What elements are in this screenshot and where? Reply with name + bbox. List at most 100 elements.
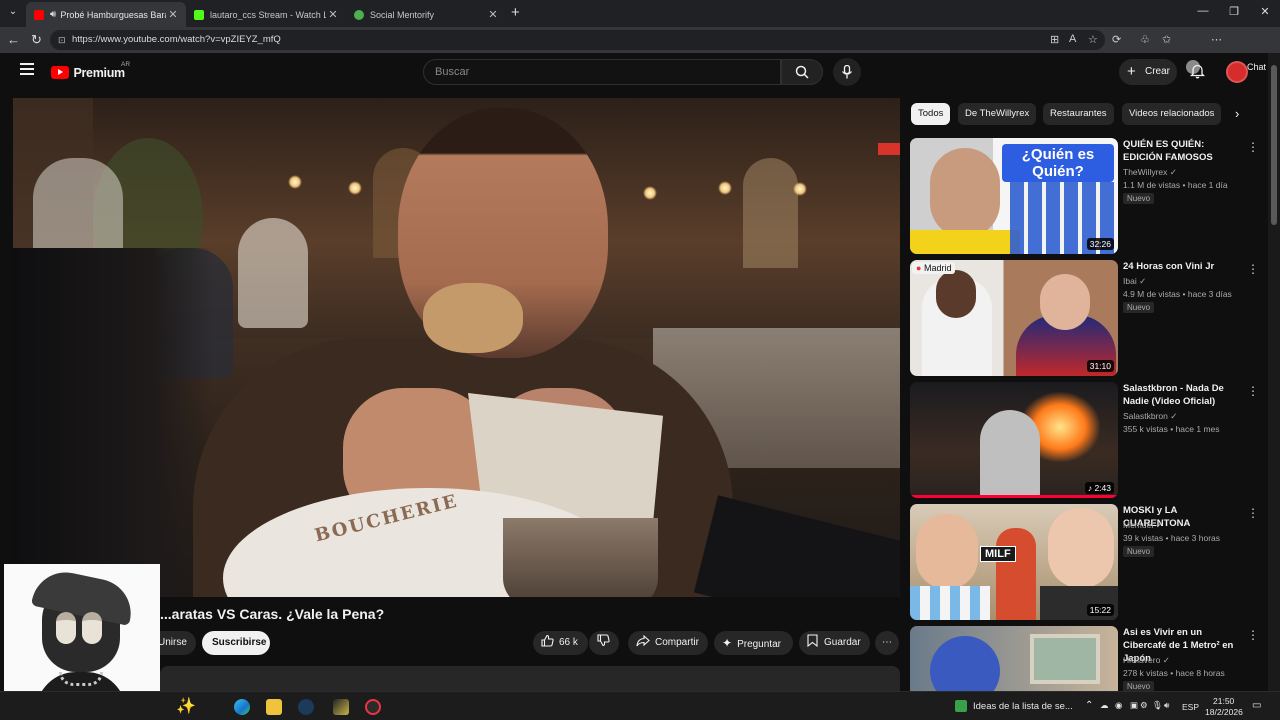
account-avatar[interactable] [1226, 61, 1248, 83]
search-button[interactable] [781, 59, 823, 85]
channel-name[interactable]: TheWillyrex ✓ [1123, 167, 1177, 178]
video-thumbnail[interactable]: ♪ 2:43 [910, 382, 1118, 498]
restore-button[interactable]: ❐ [1219, 5, 1249, 18]
mic-tray-icon[interactable]: 🎙︎ [1152, 700, 1163, 711]
back-icon[interactable]: ← [7, 32, 20, 47]
ask-button[interactable]: ✦ Preguntar [714, 631, 793, 655]
site-info-icon[interactable]: ⊡ [58, 30, 66, 50]
url-input[interactable]: ⊡ https://www.youtube.com/watch?v=vpZIEY… [50, 30, 1105, 50]
more-vert-icon[interactable]: ⋮ [1247, 384, 1259, 398]
video-thumbnail[interactable]: MILF 15:22 [910, 504, 1118, 620]
wall-lamp [643, 186, 657, 200]
page-scrollbar[interactable] [1268, 53, 1280, 691]
tray-app-icon[interactable]: ⚙ [1140, 700, 1148, 711]
chip-de-thewillyrex[interactable]: De TheWillyrex [958, 103, 1037, 125]
channel-name[interactable]: HiClavero ✓ [1123, 655, 1170, 666]
recommendation-item[interactable]: ● Madrid 31:10 24 Horas con Vini Jr Ibai… [910, 260, 1262, 378]
save-button[interactable]: Guardar [799, 631, 870, 655]
tab-list-button[interactable]: ⌄ [5, 6, 21, 20]
close-window-button[interactable]: ✕ [1250, 5, 1280, 18]
clock-time[interactable]: 21:50 [1213, 696, 1234, 706]
favorites-icon[interactable]: ✩ [1162, 33, 1171, 46]
search-input[interactable]: Buscar [423, 59, 781, 85]
description-box[interactable] [160, 666, 900, 691]
chevron-right-icon[interactable]: › [1235, 106, 1239, 121]
apps-icon[interactable]: ⊞ [1050, 33, 1059, 46]
avatar-eye [56, 612, 76, 644]
subscribe-button[interactable]: Suscribirse [202, 631, 270, 655]
new-tab-button[interactable]: + [511, 4, 520, 21]
share-button[interactable]: Compartir [628, 631, 708, 655]
recommendation-item[interactable]: MILF 15:22 MOSKI y LA CUARENTONA Memuel … [910, 504, 1262, 622]
chip-videos-relacionados[interactable]: Videos relacionados [1122, 103, 1222, 125]
tray-app-icon[interactable]: ◉ [1115, 700, 1122, 711]
language-indicator[interactable]: ESP [1182, 702, 1199, 712]
chip-todos[interactable]: Todos [911, 103, 951, 125]
app-icon[interactable] [333, 699, 349, 715]
video-meta: 355 k vistas • hace 1 mes [1123, 424, 1220, 434]
tab-stream[interactable]: lautaro_ccs Stream - Watch Live o ✕ [186, 2, 346, 27]
more-menu-icon[interactable]: ⋯ [1211, 33, 1222, 46]
more-vert-icon[interactable]: ⋮ [1247, 262, 1259, 276]
recommendation-item[interactable]: ¿Quién es Quién? 32:26 QUIÉN ES QUIÉN: E… [910, 138, 1262, 256]
chevron-up-icon[interactable]: ⌃ [1085, 700, 1093, 711]
more-vert-icon[interactable]: ⋮ [1247, 140, 1259, 154]
menu-icon[interactable] [20, 63, 34, 75]
widget-text[interactable]: Ideas de la lista de se... [973, 701, 1073, 712]
more-vert-icon[interactable]: ⋮ [1247, 628, 1259, 642]
chip-restaurantes[interactable]: Restaurantes [1043, 103, 1114, 125]
close-tab-icon[interactable]: ✕ [166, 8, 180, 21]
speaker-icon[interactable]: 🔊︎ [50, 9, 56, 20]
scrollbar-thumb[interactable] [1271, 65, 1277, 225]
edge-taskbar-icon[interactable] [234, 699, 250, 715]
voice-search-button[interactable] [833, 58, 861, 86]
tab-title: Social Mentorify [370, 9, 435, 20]
extensions-icon[interactable]: ⟳ [1112, 33, 1121, 46]
onedrive-icon[interactable]: ☁ [1100, 700, 1109, 711]
copilot-taskbar-icon[interactable]: ✨ [176, 696, 196, 716]
like-button[interactable]: 66 k [533, 631, 588, 655]
favorite-star-icon[interactable]: ☆ [1088, 33, 1098, 46]
video-thumbnail[interactable]: ● Madrid 31:10 [910, 260, 1118, 376]
location-tag: ● Madrid [912, 262, 956, 274]
tray-app-icon[interactable]: ▣ [1130, 700, 1138, 711]
read-aloud-icon[interactable]: A [1069, 33, 1076, 45]
minimize-button[interactable]: — [1188, 5, 1218, 17]
thumbs-up-icon [541, 634, 554, 647]
close-tab-icon[interactable]: ✕ [326, 8, 340, 21]
more-vert-icon[interactable]: ⋮ [1247, 506, 1259, 520]
duration-badge: 15:22 [1086, 604, 1114, 616]
split-screen-icon[interactable]: ♧ [1140, 33, 1150, 46]
video-player[interactable]: BOUCHERIE [13, 98, 900, 597]
speaker-tray-icon[interactable]: 🔊︎ [1164, 700, 1169, 711]
video-title[interactable]: QUIÉN ES QUIÉN: EDICIÓN FAMOSOS [1123, 138, 1245, 164]
create-button[interactable]: + Crear [1119, 59, 1177, 85]
youtube-premium-logo[interactable]: Premium AR [51, 61, 130, 80]
clock-date[interactable]: 18/2/2026 [1205, 707, 1243, 717]
more-actions-button[interactable]: ⋯ [875, 631, 899, 655]
tab-probe-hamburguesas[interactable]: 🔊︎ Probé Hamburguesas Baratas VS Caras ✕ [26, 2, 186, 27]
dislike-button[interactable] [589, 631, 619, 655]
channel-text: HiClavero [1123, 655, 1161, 665]
steam-icon[interactable] [298, 699, 314, 715]
refresh-icon[interactable]: ↻ [31, 32, 42, 48]
widget-icon[interactable] [955, 700, 967, 712]
video-title[interactable]: 24 Horas con Vini Jr [1123, 260, 1245, 273]
microphone-icon [841, 65, 853, 79]
tab-social-mentorify[interactable]: Social Mentorify ✕ [346, 2, 506, 27]
channel-name[interactable]: Memuel ✓ [1123, 520, 1163, 531]
video-title[interactable]: Salastkbron - Nada De Nadie (Video Ofici… [1123, 382, 1245, 408]
dark-foreground [13, 248, 213, 597]
obs-icon[interactable] [365, 699, 381, 715]
close-tab-icon[interactable]: ✕ [486, 8, 500, 21]
search-icon [795, 65, 809, 79]
video-thumbnail[interactable] [910, 626, 1118, 691]
notifications-icon[interactable]: ▭ [1252, 700, 1261, 711]
video-thumbnail[interactable]: ¿Quién es Quién? 32:26 [910, 138, 1118, 254]
recommendation-item[interactable]: ♪ 2:43 Salastkbron - Nada De Nadie (Vide… [910, 382, 1262, 500]
notifications-bell-icon[interactable] [1189, 63, 1206, 84]
channel-name[interactable]: Ibai ✓ [1123, 276, 1146, 287]
file-explorer-icon[interactable] [266, 699, 282, 715]
recommendation-item[interactable]: Asi es Vivir en un Cibercafé de 1 Metro²… [910, 626, 1262, 691]
channel-name[interactable]: Salastkbron ✓ [1123, 411, 1177, 422]
